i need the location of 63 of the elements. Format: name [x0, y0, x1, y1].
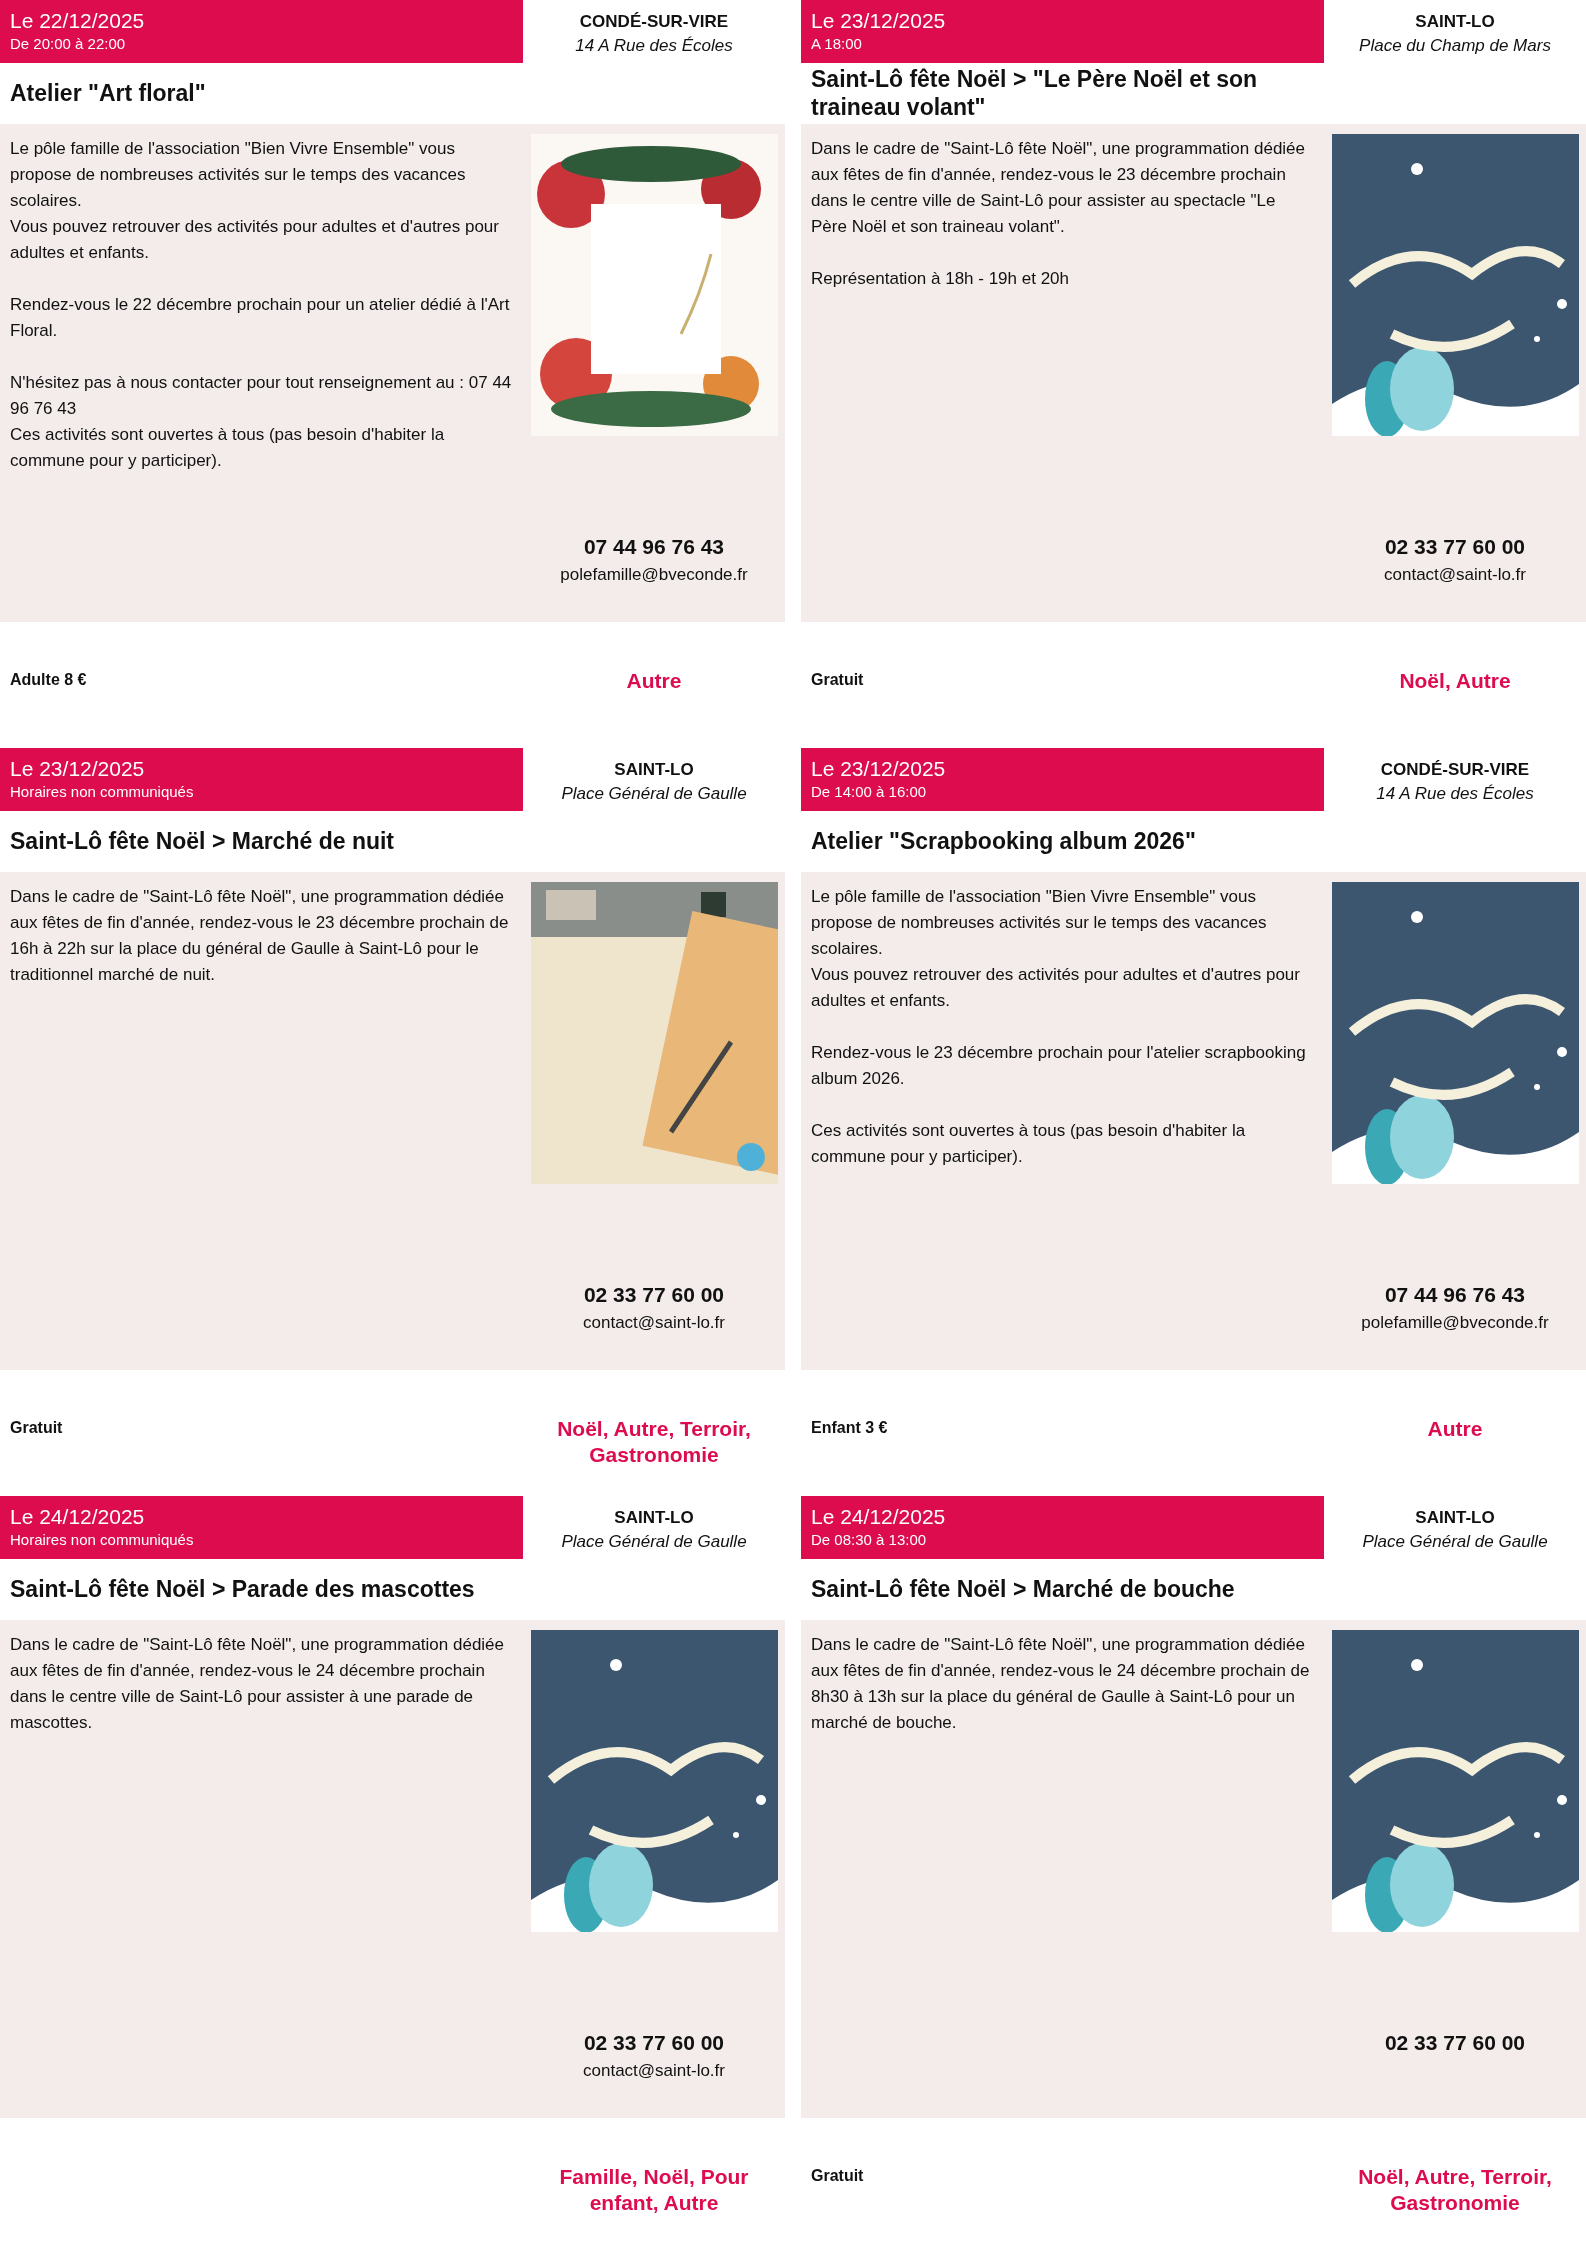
event-time: Horaires non communiqués	[10, 782, 195, 802]
phone-number: 02 33 77 60 00	[1384, 2030, 1526, 2056]
phone-number: 07 44 96 76 43	[583, 534, 725, 560]
event-categories: Autre	[625, 668, 683, 694]
phone-number: 07 44 96 76 43	[1384, 1282, 1526, 1308]
event-price: Gratuit	[810, 670, 865, 690]
event-date: Le 24/12/2025	[10, 1504, 146, 1529]
event-address: Place du Champ de Mars	[1358, 35, 1552, 57]
event-date: Le 24/12/2025	[811, 1504, 947, 1529]
event-title: Atelier "Art floral"	[9, 78, 207, 108]
event-address: Place Général de Gaulle	[1361, 1531, 1549, 1553]
event-categories: Autre	[1426, 1416, 1484, 1442]
event-time: De 20:00 à 22:00	[10, 34, 127, 54]
event-categories: Noël, Autre, Terroir, Gastronomie	[1357, 2164, 1553, 2216]
description-paragraph: Dans le cadre de "Saint-Lô fête Noël", une programmation dédiée aux fêtes de fin d'année, rendez-vous le 24 décembre prochain de 8h30 à 13h sur la place du général de Gaulle à Saint-Lô pour un marché de bouche.	[811, 1634, 1311, 1734]
event-price: Adulte 8 €	[9, 670, 88, 690]
event-city: CONDÉ-SUR-VIRE	[578, 11, 730, 33]
event-address: Place Général de Gaulle	[560, 783, 748, 805]
phone-number: 02 33 77 60 00	[583, 2030, 725, 2056]
event-date: Le 22/12/2025	[10, 8, 146, 33]
email-address: contact@saint-lo.fr	[583, 2060, 725, 2082]
event-address: 14 A Rue des Écoles	[574, 35, 734, 57]
event-title: Saint-Lô fête Noël > Marché de bouche	[810, 1574, 1236, 1604]
description-paragraph: Dans le cadre de "Saint-Lô fête Noël", une programmation dédiée aux fêtes de fin d'année, rendez-vous le 24 décembre prochain dans le centre ville de Saint-Lô pour assister à une parade de mascottes.	[10, 1634, 506, 1734]
event-time: A 18:00	[811, 34, 863, 54]
event-city: SAINT-LO	[1414, 1507, 1496, 1529]
description-paragraph: Le pôle famille de l'association "Bien Vivre Ensemble" vous propose de nombreuses activités sur le temps des vacances scolaires. Vous pouvez retrouver des activités pour adultes et d'autres pour adultes et enfants.	[811, 886, 1301, 1012]
event-date: Le 23/12/2025	[10, 756, 146, 781]
event-address: 14 A Rue des Écoles	[1375, 783, 1535, 805]
phone-number: 02 33 77 60 00	[583, 1282, 725, 1308]
event-date: Le 23/12/2025	[811, 756, 947, 781]
event-city: CONDÉ-SUR-VIRE	[1379, 759, 1531, 781]
email-address: polefamille@bveconde.fr	[1361, 1312, 1549, 1334]
event-categories: Noël, Autre, Terroir, Gastronomie	[556, 1416, 752, 1468]
event-title: Atelier "Scrapbooking album 2026"	[810, 826, 1197, 856]
event-title: Saint-Lô fête Noël > Parade des mascottes	[9, 1574, 476, 1604]
email-address: contact@saint-lo.fr	[583, 1312, 725, 1334]
event-title: Saint-Lô fête Noël > "Le Père Noël et son traineau volant"	[810, 64, 1259, 122]
event-time: De 08:30 à 13:00	[811, 1530, 928, 1550]
description-paragraph: Dans le cadre de "Saint-Lô fête Noël", une programmation dédiée aux fêtes de fin d'année, rendez-vous le 23 décembre prochain dans le centre ville de Saint-Lô pour assister au spectacle "Le Père Noël et son traineau volant".	[811, 138, 1307, 238]
description-paragraph: Dans le cadre de "Saint-Lô fête Noël", une programmation dédiée aux fêtes de fin d'année, rendez-vous le 23 décembre prochain de 16h à 22h sur la place du général de Gaulle à Saint-Lô pour le traditionnel marché de nuit.	[10, 886, 510, 986]
event-categories: Famille, Noël, Pour enfant, Autre	[558, 2164, 750, 2216]
description-paragraph: Ces activités sont ouvertes à tous (pas besoin d'habiter la commune pour y participer).	[811, 1120, 1247, 1168]
description-paragraph: Représentation à 18h - 19h et 20h	[811, 268, 1071, 290]
event-city: SAINT-LO	[613, 1507, 695, 1529]
description-paragraph: Rendez-vous le 23 décembre prochain pour l'atelier scrapbooking album 2026.	[811, 1042, 1307, 1090]
event-city: SAINT-LO	[1414, 11, 1496, 33]
event-time: Horaires non communiqués	[10, 1530, 195, 1550]
event-city: SAINT-LO	[613, 759, 695, 781]
email-address: contact@saint-lo.fr	[1384, 564, 1526, 586]
event-price: Gratuit	[810, 2166, 865, 2186]
event-date: Le 23/12/2025	[811, 8, 947, 33]
description-paragraph: Rendez-vous le 22 décembre prochain pour un atelier dédié à l'Art Floral.	[10, 294, 511, 342]
description-paragraph: N'hésitez pas à nous contacter pour tout renseignement au : 07 44 96 76 43 Ces activités sont ouvertes à tous (pas besoin d'habiter la commune pour y participer).	[10, 372, 513, 472]
event-price: Gratuit	[9, 1418, 64, 1438]
event-time: De 14:00 à 16:00	[811, 782, 928, 802]
event-price: Enfant 3 €	[810, 1418, 889, 1438]
event-title: Saint-Lô fête Noël > Marché de nuit	[9, 826, 396, 856]
event-address: Place Général de Gaulle	[560, 1531, 748, 1553]
email-address: polefamille@bveconde.fr	[560, 564, 748, 586]
event-categories: Noël, Autre	[1398, 668, 1512, 694]
phone-number: 02 33 77 60 00	[1384, 534, 1526, 560]
description-paragraph: Le pôle famille de l'association "Bien Vivre Ensemble" vous propose de nombreuses activités sur le temps des vacances scolaires. Vous pouvez retrouver des activités pour adultes et d'autres pour adultes et enfants.	[10, 138, 500, 264]
